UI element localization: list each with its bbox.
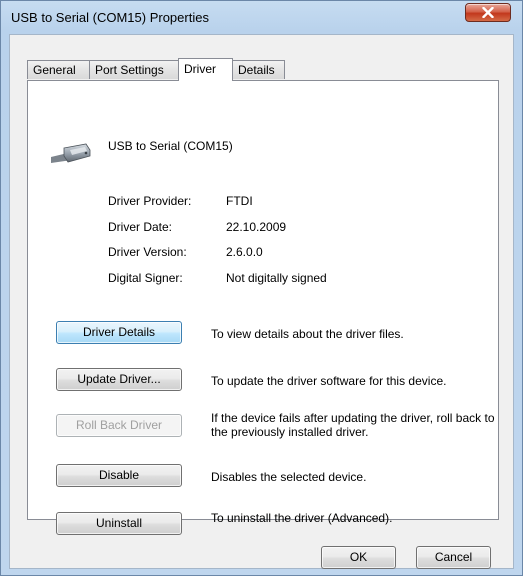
update-driver-button[interactable]: Update Driver... [56,368,182,391]
digital-signer-label: Digital Signer: [108,271,183,285]
driver-version-value: 2.6.0.0 [226,245,263,259]
window-title: USB to Serial (COM15) Properties [11,10,209,25]
device-name: USB to Serial (COM15) [108,139,233,153]
close-icon [482,7,494,18]
update-driver-description: To update the driver software for this d… [211,374,447,388]
dialog-client-area: General Port Settings Driver Details USB… [9,34,514,569]
disable-button[interactable]: Disable [56,464,182,487]
roll-back-driver-button[interactable]: Roll Back Driver [56,414,182,437]
tab-port-settings[interactable]: Port Settings [89,60,179,79]
uninstall-button[interactable]: Uninstall [56,512,182,535]
cancel-button[interactable]: Cancel [416,546,491,569]
tab-details[interactable]: Details [232,60,285,79]
usb-serial-connector-icon [51,143,91,163]
driver-details-button[interactable]: Driver Details [56,321,182,344]
driver-version-label: Driver Version: [108,245,187,259]
close-button[interactable] [465,3,511,22]
title-bar[interactable]: USB to Serial (COM15) Properties [1,1,522,33]
tab-driver[interactable]: Driver [178,58,233,81]
driver-provider-value: FTDI [226,194,253,208]
roll-back-driver-description: If the device fails after updating the d… [211,411,495,439]
tab-general[interactable]: General [27,60,90,79]
properties-window: USB to Serial (COM15) Properties General… [0,0,523,576]
driver-date-value: 22.10.2009 [226,220,287,234]
driver-tab-panel: USB to Serial (COM15) Driver Provider: F… [27,80,499,535]
digital-signer-value: Not digitally signed [226,271,327,285]
uninstall-description: To uninstall the driver (Advanced). [211,511,393,525]
driver-details-description: To view details about the driver files. [211,327,404,341]
driver-provider-label: Driver Provider: [108,194,192,208]
ok-button[interactable]: OK [321,546,396,569]
driver-date-label: Driver Date: [108,220,173,234]
disable-description: Disables the selected device. [211,470,367,484]
